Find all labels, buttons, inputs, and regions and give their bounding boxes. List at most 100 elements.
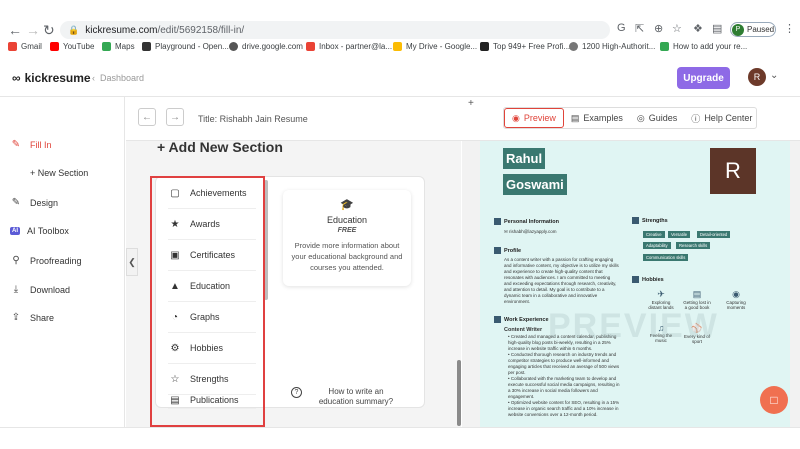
sidebar-item-ai-toolbox[interactable]: AI AI Toolbox [10,226,69,236]
resume-last-name: Goswami [503,174,567,195]
bookmark-item[interactable]: Top 949+ Free Profi... [480,42,570,51]
bookmark-label: YouTube [63,42,95,51]
tab-examples[interactable]: ▤ Examples [564,108,630,128]
address-bar[interactable]: 🔒 kickresume.com/edit/5692158/fill-in/ [60,21,610,39]
document-title[interactable]: Title: Rishabh Jain Resume [198,114,308,124]
reload-icon[interactable]: ↻ [43,22,55,38]
bookmark-item[interactable]: 1200 High-Authorit... [569,42,655,51]
sidebar-item-download[interactable]: ⤓ Download [10,284,70,295]
globe-icon [569,42,578,51]
resume-section-profile: Profile [494,247,521,254]
google-icon[interactable]: G [617,22,626,34]
tab-label: Examples [583,113,623,123]
site-icon [480,42,489,51]
strength-chip: Creative [643,231,665,238]
howto-link[interactable]: ? How to write an education summary? [291,387,401,407]
forward-icon[interactable]: → [26,22,40,38]
edit-icon: ✎ [11,139,21,150]
collapse-sidebar-button[interactable]: ❮ [126,248,138,276]
section-marker-icon [494,218,501,225]
upgrade-button[interactable]: Upgrade [677,67,730,89]
resume-bullet: • Conducted thorough research on industr… [508,352,620,375]
openai-icon [142,42,151,51]
strength-chip: Communication skills [643,254,689,261]
section-preview-card[interactable]: 🎓 Education FREE Provide more informatio… [283,190,411,286]
bolt-icon [660,42,669,51]
strength-chip: Adaptability [643,242,671,249]
breadcrumb[interactable]: ‹ Dashboard [92,73,144,83]
redo-button[interactable]: → [166,108,184,126]
download-icon: ⤓ [13,284,19,295]
chat-help-button[interactable]: □ [760,386,788,414]
bookmark-item[interactable]: Inbox - partner@la... [306,42,392,51]
resume-bullet-text: Conducted thorough research on industry … [508,352,620,375]
tab-preview[interactable]: ◉ Preview [504,108,564,128]
resume-email: ✉ rishabh@lazyapply.com [504,229,557,235]
graduation-cap-icon: 🎓 [340,199,354,211]
profile-avatar: P [732,23,744,36]
tab-label: Preview [523,113,556,123]
share-icon: ⇪ [11,312,21,323]
profile-status: Paused [747,25,775,34]
gmail-icon [306,42,315,51]
browser-menu-icon[interactable]: ⋮ [784,22,795,35]
share-page-icon[interactable]: ⇱ [635,22,644,35]
bookmarks-bar: Gmail YouTube Maps Playground - Open... … [0,42,800,56]
extensions-icon[interactable]: ❖ [693,22,703,35]
undo-icon: ← [142,111,152,123]
bookmark-label: Gmail [21,42,42,51]
section-marker-icon [632,276,639,283]
guide-icon: ◎ [636,112,645,123]
user-avatar[interactable]: R [748,68,766,86]
plus-icon[interactable]: + [468,98,474,109]
chat-icon: □ [770,393,778,407]
bookmark-label: Top 949+ Free Profi... [493,42,571,51]
bookmark-star-icon[interactable]: ☆ [672,22,682,35]
chevron-down-icon[interactable]: ⌄ [770,70,778,81]
sidebar-item-proofreading[interactable]: ⚲ Proofreading [10,255,82,266]
resume-first-name: Rahul [503,148,546,169]
bookmark-item[interactable]: Gmail [8,42,42,51]
bookmark-item[interactable]: Playground - Open... [142,42,229,51]
chevron-left-icon: ❮ [128,256,136,267]
resume-section-title: Profile [504,247,522,254]
undo-button[interactable]: ← [138,108,156,126]
editor-scrollbar[interactable] [457,360,461,426]
logo[interactable]: ∞ kickresume [12,71,91,85]
strength-chip: Versatile [668,231,691,238]
back-icon[interactable]: ← [8,22,22,38]
tab-guides[interactable]: ◎ Guides [630,108,684,128]
sidebar-item-label: Proofreading [30,255,82,266]
tab-label: Help Center [704,113,753,123]
resume-bullets: • Created and managed a content calendar… [508,334,620,426]
bookmark-item[interactable]: Maps [102,42,135,51]
bookmark-item[interactable]: drive.google.com [229,42,303,51]
camera-icon: ◉ [732,289,740,299]
bookmark-item[interactable]: YouTube [50,42,94,51]
sidebar-item-share[interactable]: ⇪ Share [10,312,54,323]
resume-email-text: rishabh@lazyapply.com [509,229,557,234]
sidepanel-icon[interactable]: ▤ [712,22,722,35]
sidebar-item-label: Download [30,284,71,295]
resume-section-personal: Personal Information [494,218,559,225]
profile-chip[interactable]: P Paused [730,22,776,37]
resume-profile-text: As a content writer with a passion for c… [504,257,619,304]
book-icon: ▤ [692,289,702,299]
tab-label: Guides [648,113,678,123]
section-marker-icon [632,217,639,224]
bookmark-item[interactable]: My Drive - Google... [393,42,477,51]
sidebar-item-new-section[interactable]: + New Section [30,168,88,178]
zoom-icon[interactable]: ⊕ [654,22,663,35]
editor-toolbar: ← → Title: Rishabh Jain Resume ◉ Preview … [126,97,800,141]
resume-photo: R [710,148,756,194]
redo-icon: → [170,111,180,123]
section-marker-icon [494,316,501,323]
highlight-box [150,176,265,427]
sidebar-item-fill-in[interactable]: ✎ Fill In [10,139,52,150]
tab-help-center[interactable]: ⓘ Help Center [684,108,759,128]
resume-bullet: • Collaborated with the marketing team t… [508,376,620,399]
resume-section-strengths: Strengths [632,217,668,224]
sidebar-item-design[interactable]: ✎ Design [10,197,58,208]
bookmark-item[interactable]: How to add your re... [660,42,747,51]
lock-icon: 🔒 [68,24,80,35]
